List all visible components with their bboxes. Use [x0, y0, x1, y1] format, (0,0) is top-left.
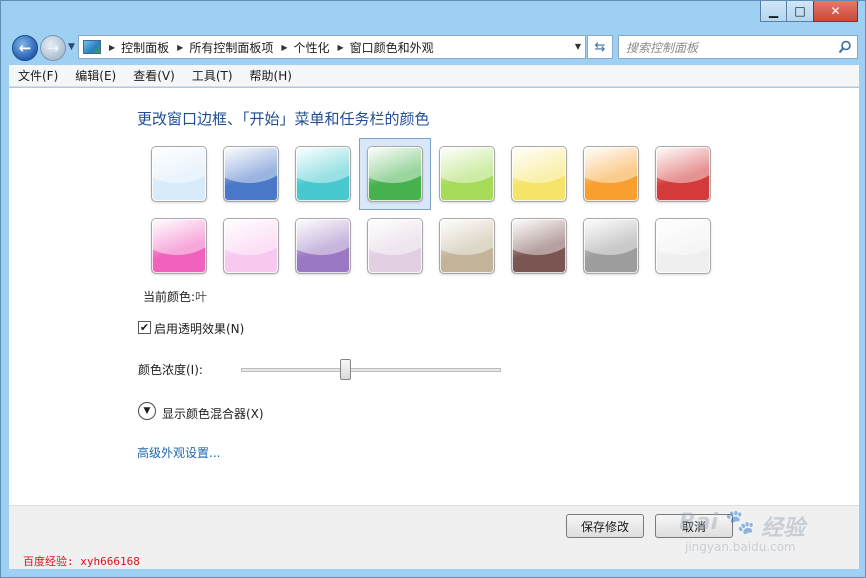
search-input[interactable]: 搜索控制面板 [618, 35, 858, 59]
maximize-icon: □ [794, 4, 806, 18]
control-panel-icon [83, 40, 101, 54]
chevron-down-icon: ▼ [143, 406, 151, 416]
color-swatch[interactable] [295, 146, 351, 202]
color-swatch[interactable] [439, 146, 495, 202]
color-swatch[interactable] [151, 146, 207, 202]
color-swatch[interactable] [583, 146, 639, 202]
menu-bar: 文件(F) 编辑(E) 查看(V) 工具(T) 帮助(H) [9, 65, 859, 87]
refresh-button[interactable]: ⇆ [587, 35, 613, 59]
menu-help[interactable]: 帮助(H) [250, 67, 292, 84]
current-color-label: 当前颜色: [143, 290, 196, 304]
back-button[interactable]: ← [12, 35, 38, 61]
watermark-text: 百度经验: xyh666168 [23, 555, 140, 568]
intensity-label: 颜色浓度(I): [138, 363, 203, 377]
breadcrumb-all-items[interactable]: 所有控制面板项 [189, 39, 273, 56]
color-swatch[interactable] [511, 146, 567, 202]
baidu-logo: Bai 🐾 经验 jingyan.baidu.com [669, 506, 849, 566]
current-color-value: 叶 [195, 290, 208, 304]
minimize-button[interactable]: ▁ [760, 1, 787, 22]
color-swatch[interactable] [223, 218, 279, 274]
address-bar[interactable]: ▶ 控制面板 ▶ 所有控制面板项 ▶ 个性化 ▶ 窗口颜色和外观 ▼ [78, 35, 586, 59]
page-title: 更改窗口边框、「开始」菜单和任务栏的颜色 [137, 110, 430, 128]
chevron-right-icon[interactable]: ▶ [338, 43, 344, 52]
footer: 保存修改 取消 百度经验: xyh666168 Bai 🐾 经验 jingyan… [9, 505, 859, 569]
close-icon: ✕ [830, 4, 841, 18]
color-swatch[interactable] [223, 146, 279, 202]
content-area: 更改窗口边框、「开始」菜单和任务栏的颜色 当前颜色: 叶 ✔ 启用透明效果(N)… [9, 88, 859, 505]
color-swatch[interactable] [439, 218, 495, 274]
window-frame: ▁ □ ✕ ← → ▼ ▶ 控制面板 ▶ 所有控制面板项 ▶ 个性化 ▶ 窗口颜… [0, 0, 866, 578]
arrow-right-icon: → [46, 39, 60, 57]
baidu-logo-text: Bai [679, 510, 719, 535]
forward-button[interactable]: → [40, 35, 66, 61]
caption-buttons: ▁ □ ✕ [760, 1, 858, 23]
baidu-logo-text2: 经验 [761, 516, 806, 541]
transparency-label[interactable]: 启用透明效果(N) [154, 320, 244, 337]
menu-tools[interactable]: 工具(T) [192, 67, 233, 84]
intensity-slider-thumb[interactable] [340, 359, 351, 380]
color-swatch[interactable] [367, 146, 423, 202]
maximize-button[interactable]: □ [786, 1, 814, 22]
transparency-checkbox[interactable]: ✔ [138, 321, 151, 334]
refresh-icon: ⇆ [594, 39, 606, 55]
breadcrumb-control-panel[interactable]: 控制面板 [121, 39, 169, 56]
color-swatch[interactable] [367, 218, 423, 274]
paw-icon: 🐾 [725, 508, 755, 536]
menu-edit[interactable]: 编辑(E) [75, 67, 116, 84]
chevron-right-icon[interactable]: ▶ [177, 43, 183, 52]
arrow-left-icon: ← [18, 39, 32, 57]
search-icon[interactable] [838, 40, 852, 54]
menu-file[interactable]: 文件(F) [18, 67, 58, 84]
recent-pages-dropdown[interactable]: ▼ [68, 42, 75, 52]
breadcrumb-window-color[interactable]: 窗口颜色和外观 [350, 39, 434, 56]
intensity-slider-track[interactable] [241, 368, 501, 372]
color-mixer-label[interactable]: 显示颜色混合器(X) [162, 405, 264, 422]
advanced-appearance-link[interactable]: 高级外观设置... [137, 444, 220, 461]
color-swatch[interactable] [655, 218, 711, 274]
checkmark-icon: ✔ [139, 321, 150, 334]
save-button[interactable]: 保存修改 [566, 514, 644, 538]
breadcrumb-personalization[interactable]: 个性化 [294, 39, 330, 56]
navigation-row: ← → ▼ ▶ 控制面板 ▶ 所有控制面板项 ▶ 个性化 ▶ 窗口颜色和外观 ▼… [9, 32, 859, 62]
menu-view[interactable]: 查看(V) [133, 67, 175, 84]
color-swatch[interactable] [511, 218, 567, 274]
color-mixer-expander[interactable]: ▼ [138, 402, 156, 420]
color-swatch[interactable] [655, 146, 711, 202]
color-swatch[interactable] [295, 218, 351, 274]
color-swatch[interactable] [151, 218, 207, 274]
baidu-logo-url: jingyan.baidu.com [685, 540, 796, 554]
close-button[interactable]: ✕ [813, 1, 858, 22]
chevron-right-icon[interactable]: ▶ [109, 43, 115, 52]
minimize-icon: ▁ [768, 4, 779, 18]
search-placeholder: 搜索控制面板 [626, 40, 699, 55]
chevron-down-icon[interactable]: ▼ [575, 42, 581, 51]
color-swatch[interactable] [583, 218, 639, 274]
chevron-right-icon[interactable]: ▶ [281, 43, 287, 52]
